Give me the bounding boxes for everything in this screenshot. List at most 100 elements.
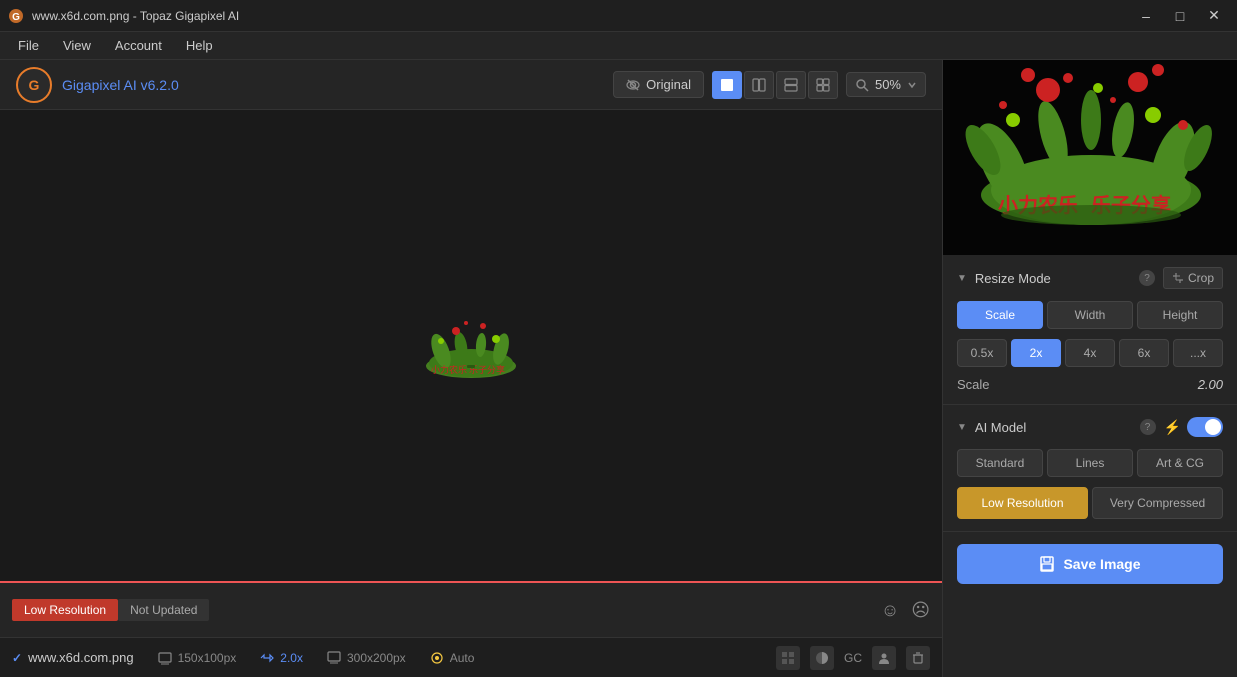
filename-label: www.x6d.com.png: [28, 650, 134, 665]
app-favicon-icon: G: [8, 8, 24, 24]
right-panel: 小力农乐 乐子分享 ▼ Resize Mode ?: [942, 60, 1237, 677]
split-h-icon: [784, 78, 798, 92]
logo-circle: G: [16, 67, 52, 103]
quad-view-icon: [816, 78, 830, 92]
crop-button[interactable]: Crop: [1163, 267, 1223, 289]
lightning-icon: ⚡: [1164, 419, 1181, 436]
menu-file[interactable]: File: [8, 36, 49, 55]
face-sad-icon[interactable]: ☹: [911, 600, 930, 621]
view-single-button[interactable]: [712, 71, 742, 99]
bottom-bar: ✓ www.x6d.com.png 150x100px 2.0x: [0, 637, 942, 677]
scale-2x-btn[interactable]: 2x: [1011, 339, 1061, 367]
toolbar: G Gigapixel AI v6.2.0 Original: [0, 60, 942, 110]
menu-bar: File View Account Help: [0, 32, 1237, 60]
toolbar-center: Original: [613, 71, 926, 99]
bottom-icons: GC: [776, 646, 930, 670]
canvas-image: 小力农乐 乐子分享: [411, 291, 531, 401]
save-image-button[interactable]: Save Image: [957, 544, 1223, 584]
scale-factor-buttons: 0.5x 2x 4x 6x ...x: [957, 339, 1223, 367]
menu-help[interactable]: Help: [176, 36, 223, 55]
status-icons: ☺ ☹: [881, 600, 930, 621]
auto-item: Auto: [430, 651, 475, 665]
svg-text:G: G: [12, 12, 20, 23]
input-size-icon: [158, 651, 172, 665]
scale-4x-btn[interactable]: 4x: [1065, 339, 1115, 367]
status-low-res: Low Resolution: [12, 599, 118, 621]
width-btn[interactable]: Width: [1047, 301, 1133, 329]
app-logo: G Gigapixel AI v6.2.0: [16, 67, 179, 103]
quality-buttons: Low Resolution Very Compressed: [957, 487, 1223, 519]
ai-model-collapse-icon[interactable]: ▼: [957, 422, 967, 433]
menu-view[interactable]: View: [53, 36, 101, 55]
maximize-button[interactable]: □: [1165, 4, 1195, 28]
resize-mode-help[interactable]: ?: [1139, 270, 1155, 286]
file-check-item: ✓ www.x6d.com.png: [12, 650, 134, 665]
resize-mode-header: ▼ Resize Mode ? Crop: [957, 267, 1223, 289]
title-bar: G www.x6d.com.png - Topaz Gigapixel AI –…: [0, 0, 1237, 32]
status-bar: Low Resolution Not Updated ☺ ☹: [0, 581, 942, 637]
split-v-icon: [752, 78, 766, 92]
preview-image: 小力农乐 乐子分享: [943, 60, 1237, 255]
zoom-control[interactable]: 50%: [846, 72, 926, 97]
canvas: 小力农乐 乐子分享: [0, 110, 942, 581]
resize-mode-collapse-icon[interactable]: ▼: [957, 273, 967, 284]
brightness-icon: [815, 651, 829, 665]
scale-mode-buttons: Scale Width Height: [957, 301, 1223, 329]
output-size-item: 300x200px: [327, 651, 406, 665]
view-buttons: [712, 71, 838, 99]
grid-icon-btn[interactable]: [776, 646, 800, 670]
menu-account[interactable]: Account: [105, 36, 172, 55]
standard-btn[interactable]: Standard: [957, 449, 1043, 477]
scale-05x-btn[interactable]: 0.5x: [957, 339, 1007, 367]
ai-model-help[interactable]: ?: [1140, 419, 1156, 435]
ai-toggle-container: ⚡: [1164, 417, 1223, 437]
scale-item: 2.0x: [260, 651, 303, 665]
view-split-h-button[interactable]: [776, 71, 806, 99]
view-quad-button[interactable]: [808, 71, 838, 99]
crop-icon: [1172, 272, 1184, 284]
face-happy-icon[interactable]: ☺: [881, 600, 899, 621]
resize-mode-section: ▼ Resize Mode ? Crop Scale Width: [943, 255, 1237, 405]
scale-icon: [260, 651, 274, 665]
scale-value: 2.00: [1198, 377, 1223, 392]
input-size-label: 150x100px: [178, 651, 237, 665]
canvas-area: G Gigapixel AI v6.2.0 Original: [0, 60, 942, 677]
ai-toggle[interactable]: [1187, 417, 1223, 437]
person-icon: [878, 652, 890, 664]
ai-model-title: AI Model: [975, 420, 1132, 435]
auto-icon: [430, 651, 444, 665]
scale-btn[interactable]: Scale: [957, 301, 1043, 329]
delete-icon-btn[interactable]: [906, 646, 930, 670]
minimize-button[interactable]: –: [1131, 4, 1161, 28]
scale-row: Scale 2.00: [957, 377, 1223, 392]
very-compressed-btn[interactable]: Very Compressed: [1092, 487, 1223, 519]
app-name: Gigapixel AI v6.2.0: [62, 77, 179, 93]
eye-icon: [626, 78, 640, 92]
scale-6x-btn[interactable]: 6x: [1119, 339, 1169, 367]
art-cg-btn[interactable]: Art & CG: [1137, 449, 1223, 477]
status-tags: Low Resolution Not Updated: [12, 599, 209, 621]
height-btn[interactable]: Height: [1137, 301, 1223, 329]
close-button[interactable]: ✕: [1199, 4, 1229, 28]
single-view-icon: [720, 78, 734, 92]
grid-icon: [782, 652, 794, 664]
auto-label: Auto: [450, 651, 475, 665]
resize-mode-title: Resize Mode: [975, 271, 1131, 286]
scale-custom-btn[interactable]: ...x: [1173, 339, 1223, 367]
ai-model-buttons: Standard Lines Art & CG: [957, 449, 1223, 477]
low-resolution-btn[interactable]: Low Resolution: [957, 487, 1088, 519]
title-bar-controls: – □ ✕: [1131, 4, 1229, 28]
lines-btn[interactable]: Lines: [1047, 449, 1133, 477]
gc-label: GC: [844, 651, 862, 665]
title-bar-left: G www.x6d.com.png - Topaz Gigapixel AI: [8, 8, 239, 24]
original-button[interactable]: Original: [613, 71, 704, 98]
ai-model-header: ▼ AI Model ? ⚡: [957, 417, 1223, 437]
view-split-v-button[interactable]: [744, 71, 774, 99]
scale-label: Scale: [957, 377, 990, 392]
save-icon: [1039, 556, 1055, 572]
scale-value-label: 2.0x: [280, 651, 303, 665]
ai-model-section: ▼ AI Model ? ⚡ Standard Lines Art & CG L…: [943, 405, 1237, 532]
input-size-item: 150x100px: [158, 651, 237, 665]
brightness-icon-btn[interactable]: [810, 646, 834, 670]
person-icon-btn[interactable]: [872, 646, 896, 670]
